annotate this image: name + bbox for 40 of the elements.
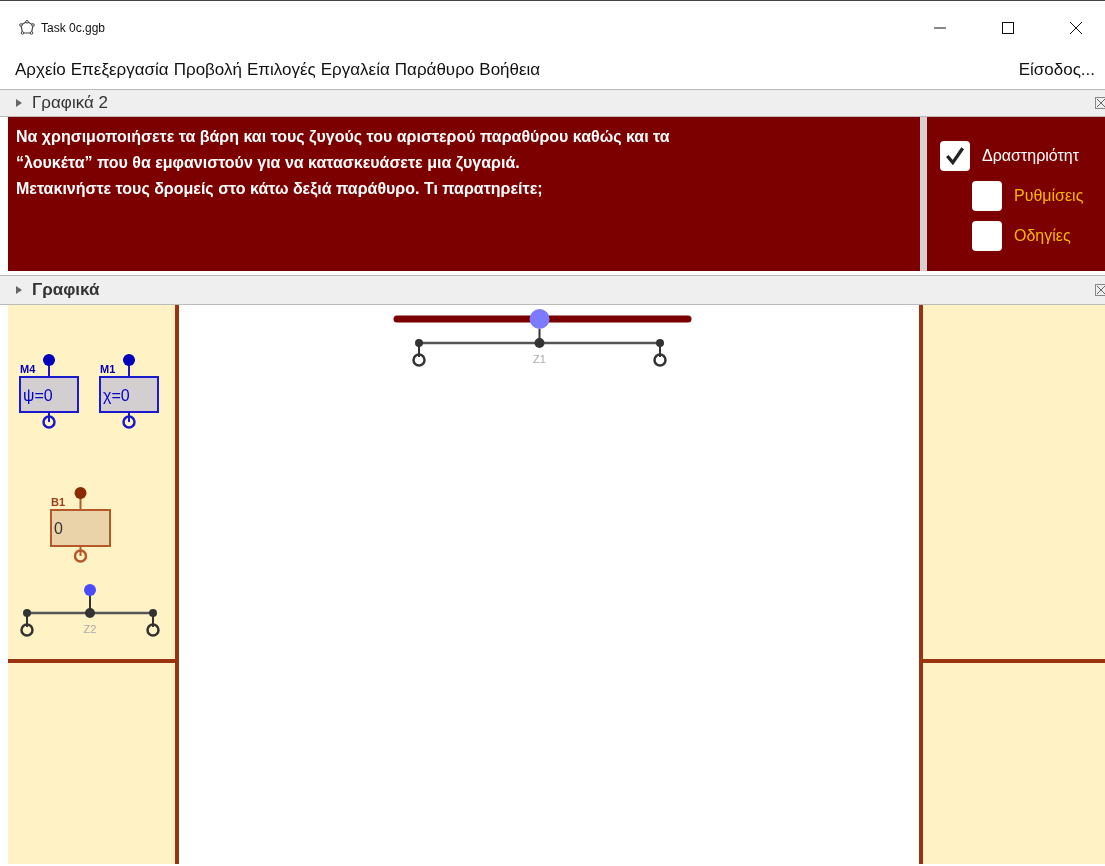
check-icon <box>944 145 966 167</box>
menu-item[interactable]: Εργαλεία <box>320 60 390 80</box>
menu-item[interactable]: Βοήθεια <box>479 60 541 80</box>
window-title: Task 0c.ggb <box>41 21 106 35</box>
checkbox-label: Ρυθμίσεις <box>1014 187 1084 205</box>
checkbox[interactable] <box>972 181 1002 211</box>
collapse-triangle-icon[interactable] <box>16 99 22 107</box>
instruction-text: “λουκέτα” που θα εμφανιστούν για να κατασκευάσετε μια ζυγαριά. <box>16 154 521 172</box>
block-connector-drawing[interactable] <box>50 487 111 563</box>
block-value: χ=0 <box>103 386 130 404</box>
menu-item[interactable]: Παράθυρο <box>394 60 475 80</box>
balance-label: Z1 <box>533 353 546 365</box>
menu-item[interactable]: Προβολή <box>173 60 242 80</box>
menu-item[interactable]: Αρχείο <box>15 60 66 80</box>
checkbox-label: Δραστηριότητ <box>982 147 1079 165</box>
panel-title: Γραφικά <box>32 280 100 300</box>
block-label: B1 <box>51 496 66 508</box>
balance-beam-drawing[interactable] <box>20 584 160 637</box>
checkbox[interactable] <box>940 141 970 171</box>
block-connector-drawing[interactable] <box>19 354 79 429</box>
slider[interactable] <box>393 309 692 329</box>
block-value: ψ=0 <box>23 386 53 404</box>
menu-item[interactable]: Επεξεργασία <box>70 60 169 80</box>
checkbox-label: Οδηγίες <box>1014 227 1071 245</box>
balance-label: Z2 <box>83 623 97 635</box>
login-link[interactable]: Είσοδος... <box>1018 60 1095 80</box>
app-icon <box>19 20 35 36</box>
instruction-text: Να χρησιμοποιήσετε τα βάρη και τους ζυγούς του αριστερού παραθύρου καθώς και τα <box>16 128 671 146</box>
block-label: M1 <box>100 363 116 375</box>
collapse-triangle-icon[interactable] <box>16 286 22 294</box>
panel-title: Γραφικά 2 <box>32 93 108 113</box>
block-value: 0 <box>54 520 63 537</box>
instruction-text: Μετακινήστε τους δρομείς στο κάτω δεξιά παράθυρο. Τι παρατηρείτε; <box>16 180 544 198</box>
block-label: M4 <box>20 363 36 375</box>
checkbox[interactable] <box>972 221 1002 251</box>
block-connector-drawing[interactable] <box>99 354 159 429</box>
maximize-icon[interactable] <box>1002 22 1014 34</box>
close-icon[interactable] <box>1070 22 1082 34</box>
menu-item[interactable]: Επιλογές <box>246 60 316 80</box>
balance-beam-drawing[interactable] <box>412 328 667 367</box>
